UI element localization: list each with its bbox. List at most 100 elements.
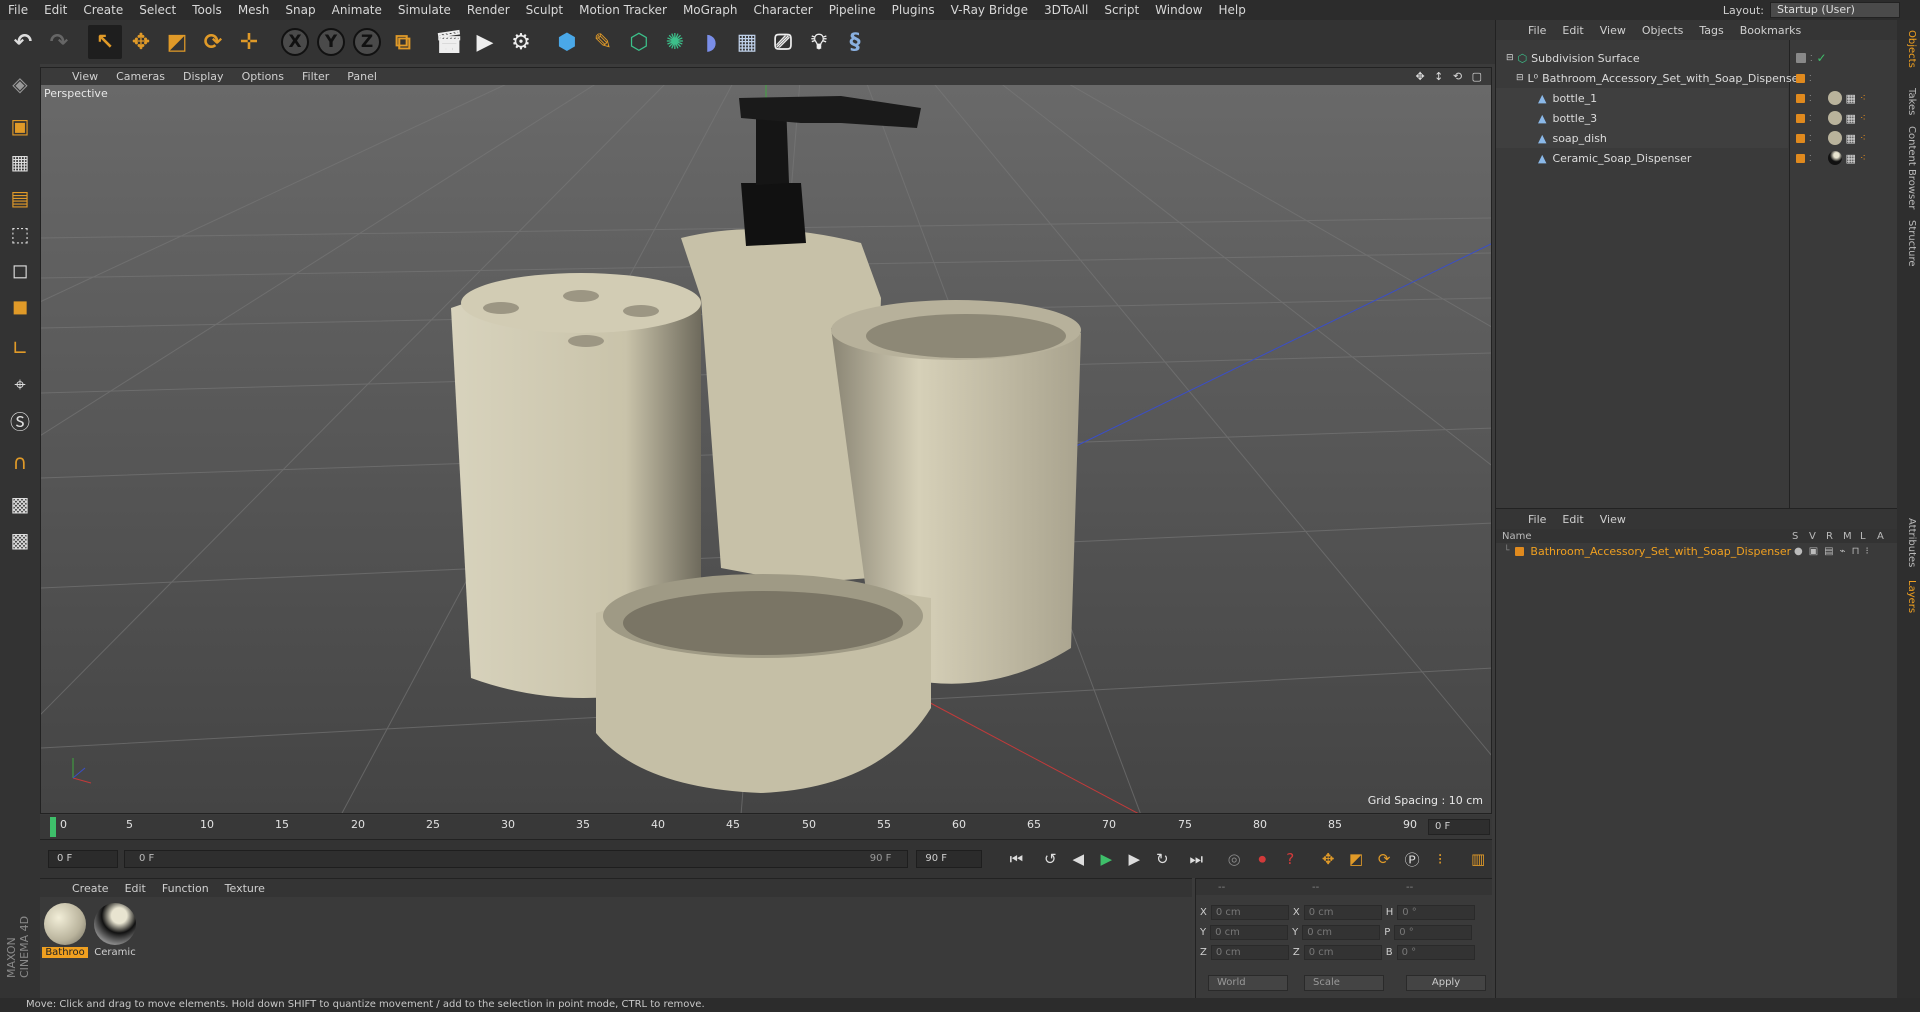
array-button[interactable]: ✺ bbox=[658, 25, 692, 59]
material-menu-texture[interactable]: Texture bbox=[217, 882, 273, 895]
lock-z-axis-button[interactable]: Z bbox=[350, 25, 384, 59]
apply-button[interactable]: Apply bbox=[1406, 975, 1486, 991]
snap-button[interactable]: Ⓢ bbox=[3, 404, 37, 436]
key-rotation-button[interactable]: ⟳ bbox=[1371, 846, 1397, 872]
menu-render[interactable]: Render bbox=[459, 3, 518, 17]
lock-x-axis-button[interactable]: X bbox=[278, 25, 312, 59]
layer-color-icon[interactable] bbox=[1796, 153, 1805, 163]
polygons-mode-button[interactable]: ◼ bbox=[3, 290, 37, 322]
camera-button[interactable]: ⎚ bbox=[766, 25, 800, 59]
material-tag-icon[interactable] bbox=[1827, 131, 1842, 145]
python-button[interactable]: § bbox=[838, 25, 872, 59]
menu-motion-tracker[interactable]: Motion Tracker bbox=[571, 3, 675, 17]
live-selection-button[interactable]: ↖ bbox=[88, 25, 122, 59]
enabled-check-icon[interactable]: ✓ bbox=[1817, 51, 1827, 65]
menu-sculpt[interactable]: Sculpt bbox=[518, 3, 571, 17]
pen-spline-button[interactable]: ✎ bbox=[586, 25, 620, 59]
object-row-bathroom-set[interactable]: ⊟ L⁰ Bathroom_Accessory_Set_with_Soap_Di… bbox=[1496, 68, 1803, 88]
menu-animate[interactable]: Animate bbox=[324, 3, 390, 17]
scale-dropdown[interactable]: Scale bbox=[1304, 975, 1384, 991]
om-menu-edit[interactable]: Edit bbox=[1554, 24, 1591, 37]
workplane-mode-button[interactable]: ▤ bbox=[3, 182, 37, 214]
rotation-p-field[interactable]: 0 ° bbox=[1394, 925, 1473, 940]
axis-mode-button[interactable]: ∟ bbox=[3, 332, 37, 364]
move-tool-button[interactable]: ✥ bbox=[124, 25, 158, 59]
tag-dots-icon[interactable]: ⁖ bbox=[1860, 153, 1866, 164]
magnet-button[interactable]: ∩ bbox=[3, 446, 37, 478]
key-parameter-button[interactable]: Ⓟ bbox=[1399, 846, 1425, 872]
lm-menu-file[interactable]: File bbox=[1520, 513, 1554, 526]
key-scale-button[interactable]: ◩ bbox=[1343, 846, 1369, 872]
menu-mograph[interactable]: MoGraph bbox=[675, 3, 746, 17]
lock-y-axis-button[interactable]: Y bbox=[314, 25, 348, 59]
material-menu-create[interactable]: Create bbox=[64, 882, 117, 895]
edges-mode-button[interactable]: ◻ bbox=[3, 254, 37, 286]
viewport-navigation-icons[interactable]: ✥ ↕ ⟲ ▢ bbox=[1415, 70, 1485, 83]
size-z-field[interactable]: 0 cm bbox=[1303, 945, 1382, 960]
layer-color-icon[interactable] bbox=[1796, 113, 1805, 123]
visibility-dots-icon[interactable]: ⁚ bbox=[1809, 114, 1812, 123]
menu-help[interactable]: Help bbox=[1210, 3, 1253, 17]
om-menu-bookmarks[interactable]: Bookmarks bbox=[1732, 24, 1809, 37]
menu-snap[interactable]: Snap bbox=[277, 3, 323, 17]
viewport-menu-cameras[interactable]: Cameras bbox=[107, 70, 174, 83]
perspective-viewport[interactable]: View Cameras Display Options Filter Pane… bbox=[40, 67, 1492, 814]
material-menu-edit[interactable]: Edit bbox=[117, 882, 154, 895]
menu-vray-bridge[interactable]: V-Ray Bridge bbox=[943, 3, 1036, 17]
tag-dots-icon[interactable]: ⁖ bbox=[1860, 133, 1866, 144]
object-row-subdivision[interactable]: ⊟ ⬡ Subdivision Surface bbox=[1496, 48, 1788, 68]
layer-color-icon[interactable] bbox=[1796, 93, 1805, 103]
previous-frame-button[interactable]: ◀ bbox=[1065, 846, 1091, 872]
tag-dots-icon[interactable]: ⁖ bbox=[1860, 93, 1866, 104]
next-keyframe-button[interactable]: ↻ bbox=[1149, 846, 1175, 872]
expand-icon[interactable]: ⊟ bbox=[1506, 53, 1514, 63]
go-to-end-button[interactable]: ⏭ bbox=[1183, 846, 1209, 872]
layout-select[interactable]: Startup (User) bbox=[1770, 2, 1900, 18]
rotate-tool-button[interactable]: ⟳ bbox=[196, 25, 230, 59]
menu-file[interactable]: File bbox=[0, 3, 36, 17]
menu-plugins[interactable]: Plugins bbox=[884, 3, 943, 17]
viewport-menu-panel[interactable]: Panel bbox=[338, 70, 386, 83]
lm-menu-view[interactable]: View bbox=[1592, 513, 1634, 526]
layer-row[interactable]: └ Bathroom_Accessory_Set_with_Soap_Dispe… bbox=[1496, 543, 1897, 559]
texture-tag-icon[interactable]: ▦ bbox=[1846, 132, 1856, 145]
size-y-field[interactable]: 0 cm bbox=[1302, 925, 1381, 940]
tweak-mode-button[interactable]: ⌖ bbox=[3, 368, 37, 400]
layer-color-icon[interactable] bbox=[1796, 73, 1805, 83]
viewport-menu-filter[interactable]: Filter bbox=[293, 70, 338, 83]
key-position-button[interactable]: ✥ bbox=[1315, 846, 1341, 872]
tab-structure[interactable]: Structure bbox=[1899, 220, 1917, 267]
record-button[interactable]: ◎ bbox=[1221, 846, 1247, 872]
layer-toggles-icon[interactable]: ●▣▤⌁⊓⁝ bbox=[1794, 546, 1875, 557]
autokey-button[interactable]: ⏺ bbox=[1249, 846, 1275, 872]
object-row-soap-dish[interactable]: ▲ soap_dish bbox=[1496, 128, 1788, 148]
render-settings-button[interactable]: ⚙ bbox=[504, 25, 538, 59]
menu-character[interactable]: Character bbox=[745, 3, 820, 17]
deformer-button[interactable]: ◗ bbox=[694, 25, 728, 59]
om-menu-file[interactable]: File bbox=[1520, 24, 1554, 37]
material-swatch[interactable]: Bathroo bbox=[42, 903, 88, 958]
visibility-dots-icon[interactable]: ⁚ bbox=[1810, 54, 1813, 63]
timeline-window-button[interactable]: ▥ bbox=[1465, 846, 1491, 872]
om-menu-view[interactable]: View bbox=[1592, 24, 1634, 37]
workplane-rotate-button[interactable]: ▩ bbox=[3, 524, 37, 556]
texture-mode-button[interactable]: ▦ bbox=[3, 146, 37, 178]
menu-pipeline[interactable]: Pipeline bbox=[821, 3, 884, 17]
floor-button[interactable]: ▦ bbox=[730, 25, 764, 59]
texture-tag-icon[interactable]: ▦ bbox=[1846, 112, 1856, 125]
go-to-start-button[interactable]: ⏮ bbox=[1003, 846, 1029, 872]
tab-objects[interactable]: Objects bbox=[1899, 30, 1917, 68]
menu-select[interactable]: Select bbox=[131, 3, 184, 17]
expand-icon[interactable]: ⊟ bbox=[1516, 73, 1524, 83]
render-view-button[interactable]: 🎬︎ bbox=[432, 25, 466, 59]
layer-color-icon[interactable] bbox=[1796, 53, 1806, 63]
keyframe-selection-button[interactable]: ? bbox=[1277, 846, 1303, 872]
model-mode-button[interactable]: ▣ bbox=[3, 110, 37, 142]
menu-window[interactable]: Window bbox=[1147, 3, 1210, 17]
make-editable-button[interactable]: ◈ bbox=[3, 68, 37, 100]
previous-keyframe-button[interactable]: ↺ bbox=[1037, 846, 1063, 872]
transform-tool-button[interactable]: ✛ bbox=[232, 25, 266, 59]
om-menu-objects[interactable]: Objects bbox=[1634, 24, 1692, 37]
visibility-dots-icon[interactable]: ⁚ bbox=[1809, 94, 1812, 103]
scale-tool-button[interactable]: ◩ bbox=[160, 25, 194, 59]
